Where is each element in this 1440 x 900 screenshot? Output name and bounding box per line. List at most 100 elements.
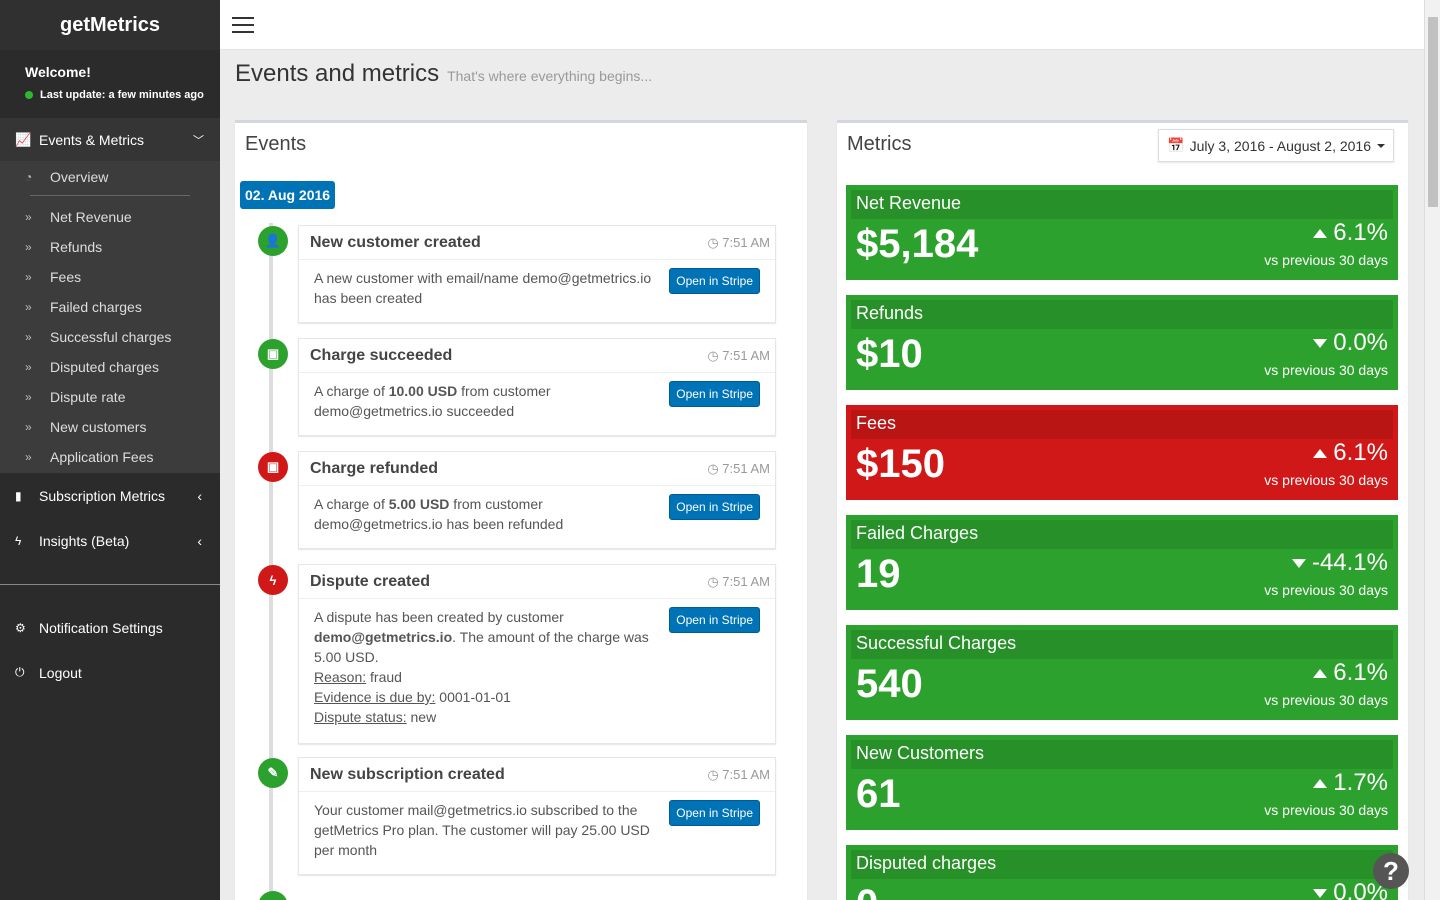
metric-card[interactable]: New Customers 61 1.7% vs previous 30 days (846, 735, 1398, 830)
calendar-icon: 📅 (1167, 137, 1185, 153)
sidebar-item-subscription-metrics[interactable]: ▮ Subscription Metrics ‹ (0, 473, 220, 518)
date-range-picker[interactable]: 📅 July 3, 2016 - August 2, 2016 (1158, 129, 1394, 162)
sidebar-item-successful-charges[interactable]: » Successful charges (0, 322, 220, 352)
metrics-panel: Metrics 📅 July 3, 2016 - August 2, 2016 N… (837, 120, 1408, 900)
bolt-icon: ϟ (15, 533, 22, 548)
sidebar-item-net-revenue[interactable]: » Net Revenue (0, 202, 220, 232)
metrics-title: Metrics (847, 133, 912, 155)
last-update: Last update: a few minutes ago (25, 89, 220, 101)
timeline-item: Dispute created ◷ 7:51 AM A dispute has b… (298, 564, 776, 744)
event-amount: 5.00 USD (388, 496, 450, 512)
events-metrics-menu: 📈 Events & Metrics ﹀ ◔ Overview » Net Revenu… (0, 118, 220, 473)
sidebar-item-label: Subscription Metrics (39, 487, 166, 504)
metric-change-value: 0.0% (1333, 329, 1388, 356)
metric-change: 1.7% (1313, 769, 1388, 797)
sidebar: getMetrics Welcome! Last update: a few m… (0, 0, 220, 900)
scrollbar[interactable] (1424, 0, 1440, 900)
open-in-stripe-button[interactable]: Open in Stripe (669, 607, 760, 633)
timeline-item-header: Charge succeeded ◷ 7:51 AM (299, 339, 775, 373)
open-in-stripe-button[interactable]: Open in Stripe (669, 800, 760, 826)
metric-comparison: vs previous 30 days (1264, 582, 1388, 598)
sidebar-item-refunds[interactable]: » Refunds (0, 232, 220, 262)
clock-icon: ◷ (707, 347, 723, 363)
sidebar-item-label: New customers (50, 419, 147, 435)
events-title: Events (245, 133, 307, 155)
sidebar-item-events-metrics[interactable]: 📈 Events & Metrics ﹀ (0, 118, 220, 161)
clock-icon: ◷ (707, 234, 723, 250)
event-text: Your customer mail@getmetrics.io subscri… (314, 802, 650, 858)
event-time: ◷ 7:51 AM (707, 235, 770, 251)
event-title: New subscription created (310, 765, 505, 783)
sidebar-item-logout[interactable]: ⏻ Logout (0, 650, 220, 695)
money-icon: ▣ (258, 339, 288, 369)
online-status-icon (25, 91, 33, 99)
brand-logo[interactable]: getMetrics (0, 0, 220, 50)
timeline-item-header: Dispute created ◷ 7:51 AM (299, 565, 775, 599)
metric-change-value: -44.1% (1311, 549, 1388, 576)
sidebar-item-label: Failed charges (50, 299, 142, 315)
open-in-stripe-button[interactable]: Open in Stripe (669, 381, 760, 407)
double-chevron-right-icon: » (25, 210, 32, 224)
date-range-text: July 3, 2016 - August 2, 2016 (1189, 137, 1371, 154)
sidebar-item-fees[interactable]: » Fees (0, 262, 220, 292)
open-in-stripe-button[interactable]: Open in Stripe (669, 268, 760, 294)
double-chevron-right-icon: » (25, 300, 32, 314)
event-time: ◷ 7:51 AM (707, 348, 770, 364)
triangle-up-icon (1313, 668, 1328, 678)
sidebar-item-notification-settings[interactable]: ⚙ Notification Settings (0, 605, 220, 650)
clock-icon: ◷ (707, 766, 723, 782)
metric-change-value: 6.1% (1333, 659, 1388, 686)
status-value: new (406, 709, 437, 725)
sidebar-item-dispute-rate[interactable]: » Dispute rate (0, 382, 220, 412)
bolt-icon: ϟ (258, 565, 288, 595)
metric-card[interactable]: Net Revenue $5,184 6.1% vs previous 30 days (846, 185, 1398, 280)
help-button[interactable]: ? (1373, 853, 1409, 889)
sidebar-item-overview[interactable]: ◔ Overview (0, 161, 220, 193)
divider (30, 195, 190, 196)
sidebar-item-label: Fees (50, 269, 82, 285)
metric-card[interactable]: Failed Charges 19 -44.1% vs previous 30 day… (846, 515, 1398, 610)
sidebar-item-failed-charges[interactable]: » Failed charges (0, 292, 220, 322)
event-text-part: A dispute has been created by customer (314, 609, 564, 625)
reason-value: fraud (366, 669, 402, 685)
double-chevron-right-icon: » (25, 390, 32, 404)
sidebar-item-insights[interactable]: ϟ Insights (Beta) ‹ (0, 518, 220, 563)
sidebar-item-label: Disputed charges (50, 359, 159, 375)
triangle-up-icon (1313, 448, 1328, 458)
double-chevron-right-icon: » (25, 330, 32, 344)
scrollbar-thumb[interactable] (1428, 17, 1438, 207)
event-title: Charge succeeded (310, 346, 453, 364)
evidence-label: Evidence is due by: (314, 689, 436, 705)
event-time: ◷ 7:51 AM (707, 767, 770, 783)
metric-card[interactable]: Disputed charges00.0%vs previous 30 days (846, 845, 1398, 900)
metric-card[interactable]: Successful Charges 540 6.1% vs previous 30 … (846, 625, 1398, 720)
top-navbar (220, 0, 1424, 50)
divider (0, 584, 220, 585)
event-time: ◷ 7:51 AM (707, 574, 770, 590)
metric-title: Fees (856, 413, 897, 433)
event-time-text: 7:51 AM (722, 460, 770, 476)
power-icon: ⏻ (15, 665, 25, 679)
double-chevron-right-icon: » (25, 270, 32, 284)
metric-change: 6.1% (1313, 659, 1388, 687)
evidence-value: 0001-01-01 (435, 689, 511, 705)
metric-card[interactable]: Fees $150 6.1% vs previous 30 days (846, 405, 1398, 500)
sidebar-item-new-customers[interactable]: » New customers (0, 412, 220, 442)
event-title: Dispute created (310, 572, 431, 590)
event-time: ◷ 7:51 AM (707, 461, 770, 477)
timeline-item-body: A charge of 5.00 USD from customer demo@… (299, 486, 775, 534)
metric-card[interactable]: Refunds $10 0.0% vs previous 30 days (846, 295, 1398, 390)
sidebar-item-disputed-charges[interactable]: » Disputed charges (0, 352, 220, 382)
triangle-down-icon (1291, 558, 1306, 568)
sidebar-item-label: Logout (39, 664, 82, 681)
sidebar-item-application-fees[interactable]: » Application Fees (0, 442, 220, 472)
metric-comparison: vs previous 30 days (1264, 692, 1388, 708)
clock-icon: ◷ (707, 573, 723, 589)
hamburger-menu-icon[interactable] (232, 17, 254, 38)
sidebar-item-label: Overview (50, 169, 109, 185)
metric-change-value: 6.1% (1333, 439, 1388, 466)
metric-title: Failed Charges (856, 523, 979, 543)
metric-change-value: 6.1% (1333, 219, 1388, 246)
triangle-down-icon (1313, 888, 1328, 898)
open-in-stripe-button[interactable]: Open in Stripe (669, 494, 760, 520)
